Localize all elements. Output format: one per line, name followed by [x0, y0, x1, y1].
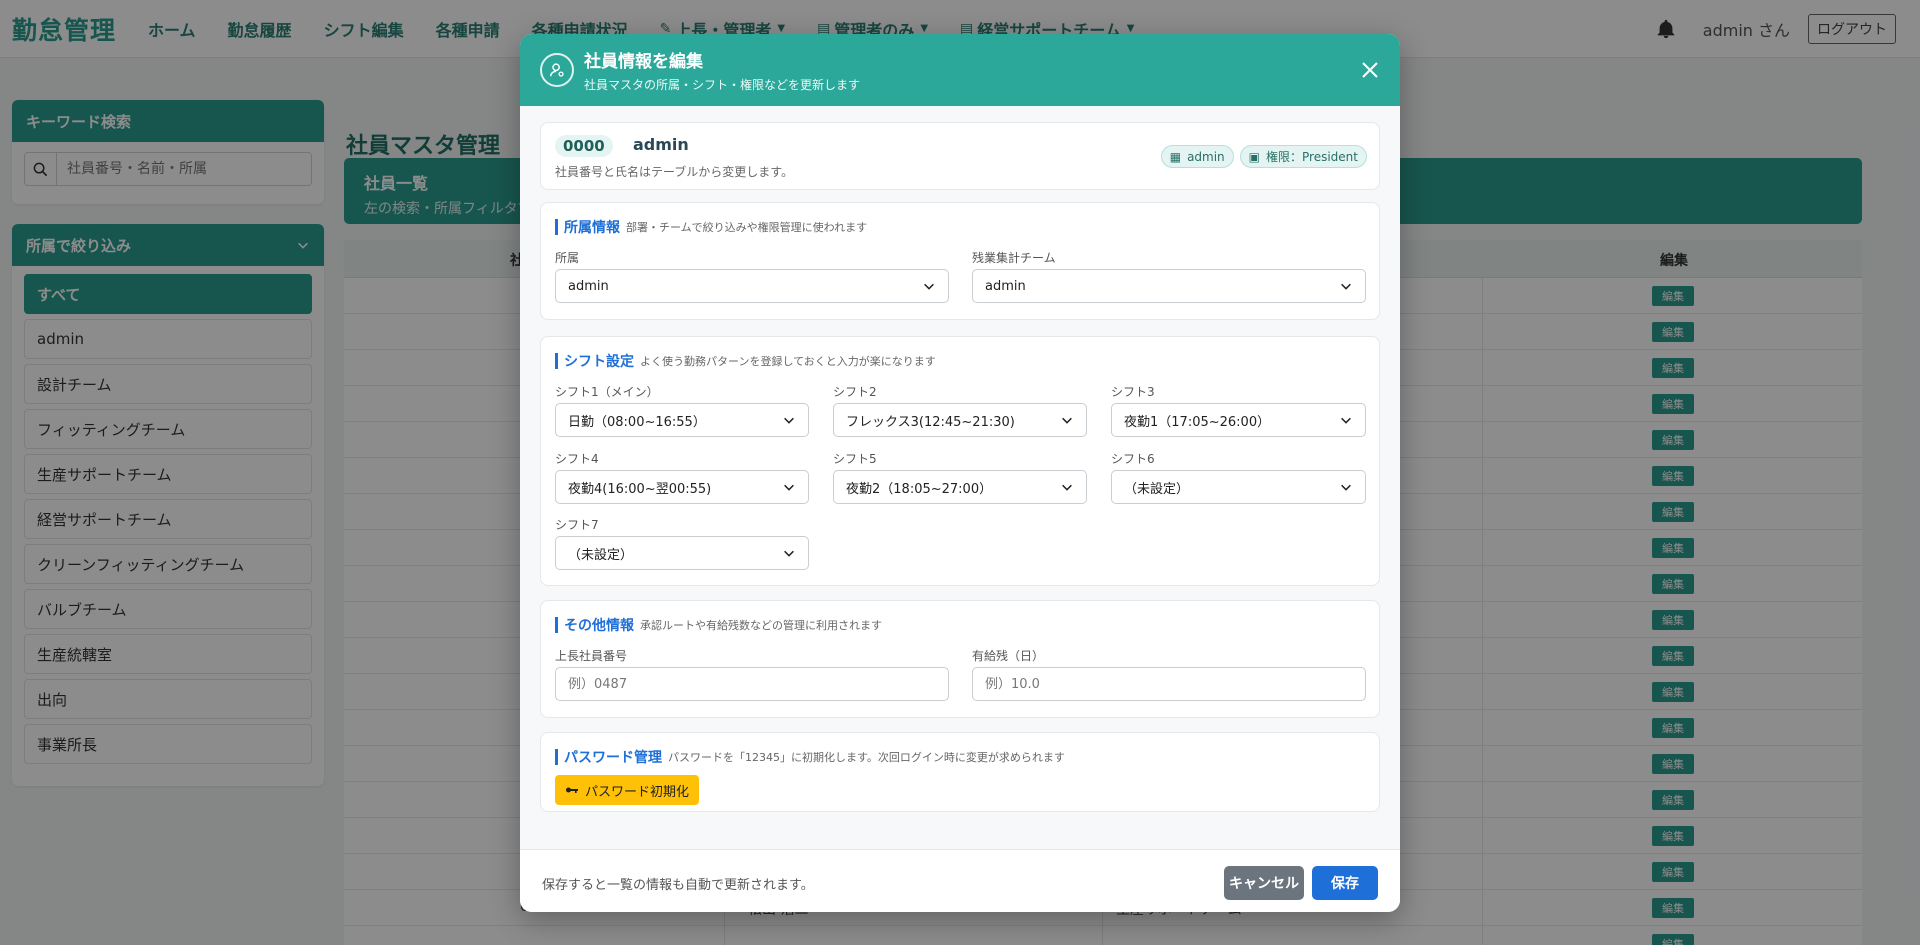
button-label: パスワード初期化: [585, 784, 690, 800]
field-label: 上長社員番号: [555, 649, 628, 663]
employee-name: admin: [633, 135, 689, 154]
section-title: 所属情報 部署・チームで絞り込みや権限管理に使われます: [555, 217, 867, 237]
chevron-down-icon: [1341, 484, 1351, 491]
shift4-select[interactable]: 夜勤4(16:00~翌00:55): [555, 470, 809, 504]
cancel-button[interactable]: キャンセル: [1224, 866, 1304, 900]
chevron-down-icon: [1341, 417, 1351, 424]
select-value: 夜勤4(16:00~翌00:55): [568, 481, 712, 497]
select-value: 夜勤2（18:05~27:00）: [846, 481, 993, 497]
role-badge: ▣ 権限：President: [1239, 145, 1367, 168]
section-description: 承認ルートや有給残数などの管理に利用されます: [640, 619, 882, 632]
chevron-down-icon: [1341, 283, 1351, 290]
shift-settings-card: シフト設定 よく使う勤務パターンを登録しておくと入力が楽になります シフト1（メイ…: [540, 336, 1380, 586]
shift3-field: シフト3 夜勤1（17:05~26:00）: [1111, 383, 1366, 437]
chevron-down-icon: [784, 550, 794, 557]
chevron-down-icon: [924, 283, 934, 290]
select-value: （未設定）: [568, 547, 634, 563]
section-bar: [555, 749, 558, 765]
other-info-card: その他情報承認ルートや有給残数などの管理に利用されます 上長社員番号 有給残（日…: [540, 600, 1380, 718]
dept-field: 所属 admin: [555, 249, 949, 303]
shift7-field: シフト7 （未設定）: [555, 516, 809, 570]
footer-note: 保存すると一覧の情報も自動で更新されます。: [542, 878, 814, 893]
section-bar: [555, 617, 558, 633]
section-bar: [555, 219, 558, 235]
select-value: admin: [568, 278, 609, 294]
section-bar: [555, 353, 558, 369]
section-title: シフト設定 よく使う勤務パターンを登録しておくと入力が楽になります: [555, 351, 936, 371]
shift1-field: シフト1（メイン） 日勤（08:00~16:55）: [555, 383, 809, 437]
overtime-team-select[interactable]: admin: [972, 269, 1366, 303]
employee-code: 0000: [555, 135, 613, 157]
building-icon: ▦: [1169, 149, 1182, 164]
shift7-select[interactable]: （未設定）: [555, 536, 809, 570]
select-value: （未設定）: [1124, 481, 1190, 497]
select-value: admin: [985, 278, 1026, 294]
save-button[interactable]: 保存: [1312, 866, 1378, 900]
dept-badge: ▦ admin: [1160, 145, 1234, 168]
boss-code-input[interactable]: [555, 667, 949, 701]
field-label: シフト6: [1111, 452, 1155, 466]
password-card: パスワード管理 パスワードを「12345」に初期化します。次回ログイン時に変更が求…: [540, 732, 1380, 812]
badge-label: 権限：President: [1266, 150, 1358, 164]
shift2-select[interactable]: フレックス3(12:45~21:30): [833, 403, 1087, 437]
badge-label: admin: [1187, 149, 1225, 164]
section-title: パスワード管理 パスワードを「12345」に初期化します。次回ログイン時に変更が求…: [555, 747, 1065, 767]
shift2-field: シフト2 フレックス3(12:45~21:30): [833, 383, 1087, 437]
shift1-select[interactable]: 日勤（08:00~16:55）: [555, 403, 809, 437]
overtime-team-field: 残業集計チーム admin: [972, 249, 1366, 303]
employee-identity-card: 0000 admin 社員番号と氏名はテーブルから変更します。 ▦ admin ▣…: [540, 122, 1380, 190]
chevron-down-icon: [784, 484, 794, 491]
shift4-field: シフト4 夜勤4(16:00~翌00:55): [555, 450, 809, 504]
edit-employee-modal: 社員情報を編集 社員マスタの所属・シフト・権限などを更新します 0000 adm…: [520, 34, 1400, 912]
section-heading: 所属情報: [564, 220, 620, 236]
reset-password-button[interactable]: パスワード初期化: [555, 775, 700, 805]
section-description: パスワードを「12345」に初期化します。次回ログイン時に変更が求められます: [668, 751, 1065, 764]
section-heading: シフト設定: [564, 354, 634, 370]
modal-footer: 保存すると一覧の情報も自動で更新されます。 キャンセル 保存: [520, 849, 1400, 912]
shift6-select[interactable]: （未設定）: [1111, 470, 1366, 504]
field-label: シフト2: [833, 385, 877, 399]
field-label: シフト7: [555, 518, 599, 532]
modal-title: 社員情報を編集: [584, 52, 703, 72]
paid-leave-field: 有給残（日）: [972, 647, 1366, 701]
chevron-down-icon: [784, 417, 794, 424]
section-title: その他情報 承認ルートや有給残数などの管理に利用されます: [555, 615, 882, 635]
select-value: フレックス3(12:45~21:30): [846, 414, 1015, 430]
modal-subtitle: 社員マスタの所属・シフト・権限などを更新します: [584, 78, 861, 92]
field-label: シフト5: [833, 452, 877, 466]
section-heading: その他情報: [564, 618, 634, 634]
affiliation-card: 所属情報 部署・チームで絞り込みや権限管理に使われます 所属 admin 残業集計…: [540, 202, 1380, 320]
chevron-down-icon: [1062, 484, 1072, 491]
select-value: 日勤（08:00~16:55）: [568, 414, 706, 430]
boss-code-field: 上長社員番号: [555, 647, 949, 701]
id-card-icon: ▣: [1248, 149, 1261, 164]
shift5-field: シフト5 夜勤2（18:05~27:00）: [833, 450, 1087, 504]
user-gear-icon: [540, 53, 574, 87]
field-label: 有給残（日）: [972, 649, 1045, 663]
field-label: シフト3: [1111, 385, 1155, 399]
field-label: シフト1（メイン）: [555, 385, 659, 399]
field-label: 所属: [555, 251, 580, 265]
section-heading: パスワード管理: [564, 750, 662, 766]
shift6-field: シフト6 （未設定）: [1111, 450, 1366, 504]
shift3-select[interactable]: 夜勤1（17:05~26:00）: [1111, 403, 1366, 437]
dept-select[interactable]: admin: [555, 269, 949, 303]
shift5-select[interactable]: 夜勤2（18:05~27:00）: [833, 470, 1087, 504]
badge-group: ▦ admin ▣ 権限：President: [1155, 145, 1367, 168]
section-description: よく使う勤務パターンを登録しておくと入力が楽になります: [640, 355, 936, 368]
section-description: 部署・チームで絞り込みや権限管理に使われます: [626, 221, 868, 234]
field-label: シフト4: [555, 452, 599, 466]
chevron-down-icon: [1062, 417, 1072, 424]
select-value: 夜勤1（17:05~26:00）: [1124, 414, 1271, 430]
close-icon[interactable]: [1356, 56, 1384, 84]
field-label: 残業集計チーム: [972, 251, 1056, 265]
modal-header: 社員情報を編集 社員マスタの所属・シフト・権限などを更新します: [520, 34, 1400, 106]
key-icon: [566, 787, 578, 793]
paid-leave-input[interactable]: [972, 667, 1366, 701]
employee-note: 社員番号と氏名はテーブルから変更します。: [555, 165, 794, 179]
